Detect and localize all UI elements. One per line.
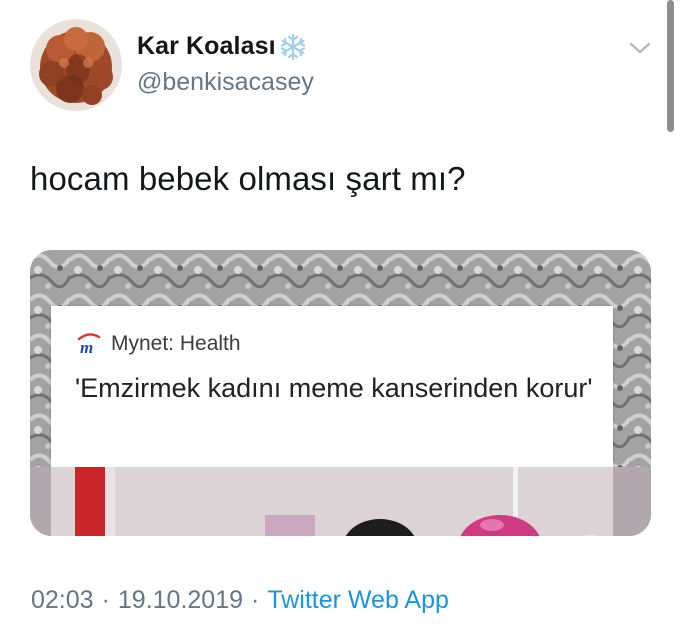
tweet: Kar Koalası @benkisacasey hocam bebek ol… <box>0 0 680 632</box>
tweet-text: hocam bebek olması şart mı? <box>30 160 466 197</box>
meta-separator: · <box>251 586 260 614</box>
tweet-date[interactable]: 19.10.2019 <box>118 586 243 615</box>
news-headline: 'Emzirmek kadını meme kanserinden korur' <box>75 373 593 403</box>
news-source-label: Mynet: Health <box>111 332 241 355</box>
avatar[interactable] <box>30 19 122 111</box>
user-handle[interactable]: @benkisacasey <box>137 68 314 97</box>
media-image[interactable]: m Mynet: Health 'Emzirmek kadını meme ka… <box>30 250 651 536</box>
tweet-meta: 02:03 · 19.10.2019 · Twitter Web App <box>31 586 449 615</box>
name-line: Kar Koalası <box>137 32 307 61</box>
news-source: m Mynet: Health <box>77 332 241 357</box>
chevron-down-icon[interactable] <box>628 40 652 56</box>
media-photo-strip <box>30 467 651 536</box>
mynet-logo-icon: m <box>77 333 101 357</box>
meta-separator: · <box>101 586 110 614</box>
source-app-link[interactable]: Twitter Web App <box>267 586 449 615</box>
scrollbar[interactable] <box>667 0 674 132</box>
news-card[interactable]: m Mynet: Health 'Emzirmek kadını meme ka… <box>51 306 613 467</box>
snowflake-icon <box>279 33 307 61</box>
svg-text:m: m <box>80 338 93 355</box>
avatar-image <box>30 19 122 111</box>
display-name[interactable]: Kar Koalası <box>137 32 276 61</box>
tweet-time[interactable]: 02:03 <box>31 586 94 615</box>
